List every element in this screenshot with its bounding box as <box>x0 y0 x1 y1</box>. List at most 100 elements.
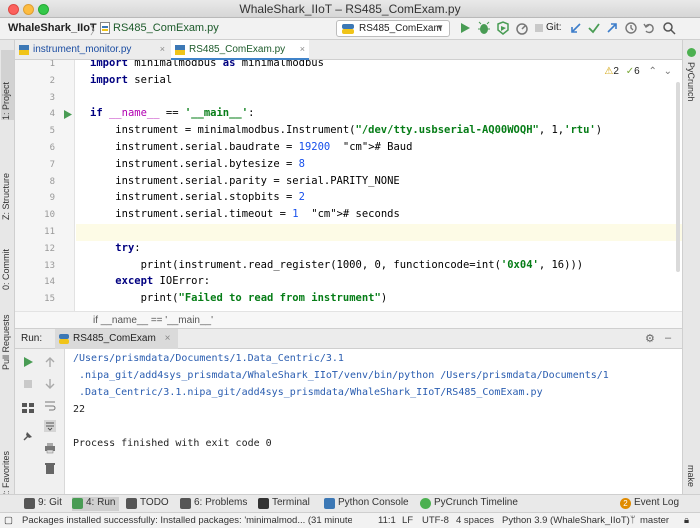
run-tab[interactable]: RS485_ComExam × <box>55 329 179 349</box>
caret-position[interactable]: 11:1 <box>378 515 396 526</box>
tool-button-terminal[interactable]: Terminal <box>258 497 310 511</box>
print-icon[interactable] <box>43 441 57 455</box>
layout-icon[interactable] <box>21 401 35 415</box>
stop-icon[interactable] <box>21 377 35 391</box>
search-icon[interactable] <box>662 21 676 35</box>
right-tool-strip: PyCrunch make <box>682 40 700 494</box>
code-line[interactable]: print("Failed to read from instrument") <box>90 292 388 304</box>
tool-button-problems[interactable]: 6: Problems <box>180 497 247 511</box>
update-project-icon[interactable] <box>569 21 583 35</box>
code-line[interactable]: instrument = minimalmodbus.Instrument("/… <box>90 124 602 136</box>
tool-button-todo[interactable]: TODO <box>126 497 169 511</box>
code-line[interactable]: import serial <box>90 74 172 86</box>
layout-icon[interactable]: ▢ <box>4 515 13 526</box>
code-line[interactable]: if __name__ == '__main__': <box>90 107 254 119</box>
arrow-down-icon[interactable] <box>43 377 57 391</box>
editor-tab-instrument-monitor[interactable]: instrument_monitor.py × <box>15 40 169 60</box>
scroll-to-end-icon[interactable] <box>43 419 57 433</box>
line-number[interactable]: 2 <box>15 76 55 86</box>
editor-breadcrumb[interactable]: if __name__ == '__main__' <box>93 315 213 326</box>
editor-tab-rs485-comexam[interactable]: RS485_ComExam.py × <box>171 40 309 60</box>
tool-tab-pull-requests[interactable]: Pull Requests <box>1 300 14 370</box>
tool-button-git[interactable]: 9: Git <box>24 497 62 511</box>
line-separator[interactable]: LF <box>402 515 413 526</box>
rollback-icon[interactable] <box>642 21 656 35</box>
code-line[interactable]: try: <box>90 242 140 254</box>
tool-button-pycrunch-timeline[interactable]: PyCrunch Timeline <box>420 497 518 511</box>
commit-icon[interactable] <box>587 21 601 35</box>
code-line[interactable]: instrument.serial.parity = serial.PARITY… <box>90 175 399 187</box>
tool-button-event-log[interactable]: 2 Event Log <box>620 497 679 511</box>
window-title: WhaleShark_IIoT – RS485_ComExam.py <box>239 2 461 16</box>
history-icon[interactable] <box>624 21 638 35</box>
editor-scrollbar[interactable] <box>676 82 680 272</box>
line-number[interactable]: 4 <box>15 109 55 119</box>
code-line[interactable]: instrument.serial.baudrate = 19200 "cm">… <box>90 141 412 153</box>
line-number[interactable]: 11 <box>15 227 55 237</box>
line-number[interactable]: 8 <box>15 177 55 187</box>
tool-button-python-console[interactable]: Python Console <box>324 497 409 511</box>
tool-tab-favorites[interactable]: 2: Favorites <box>1 428 14 498</box>
arrow-up-icon[interactable] <box>43 355 57 369</box>
git-branch[interactable]: master <box>640 515 669 526</box>
lock-icon[interactable]: 🔒︎ <box>684 515 689 526</box>
debug-icon[interactable] <box>477 21 491 35</box>
run-configuration-select[interactable]: RS485_ComExam ▼ <box>336 20 450 37</box>
close-tab-icon[interactable]: × <box>165 333 171 344</box>
rerun-icon[interactable] <box>21 355 35 369</box>
console-line[interactable]: /Users/prismdata/Documents/1.Data_Centri… <box>73 353 344 364</box>
push-icon[interactable] <box>605 21 619 35</box>
run-console[interactable]: /Users/prismdata/Documents/1.Data_Centri… <box>65 349 682 494</box>
inspection-widget[interactable]: ⚠2 ✓6 ⌃ ⌄ <box>604 66 672 77</box>
console-line[interactable]: .Data_Centric/3.1.nipa_git/add4sys_prism… <box>73 387 543 398</box>
tool-tab-structure[interactable]: Z: Structure <box>1 150 14 220</box>
tool-button-run[interactable]: 4: Run <box>72 497 120 511</box>
problems-icon <box>180 498 191 509</box>
chevron-up-icon[interactable]: ⌃ <box>648 66 656 77</box>
profile-icon[interactable] <box>515 21 529 35</box>
close-tab-icon[interactable]: × <box>300 44 305 54</box>
tool-tab-make[interactable]: make <box>686 465 696 495</box>
code-line[interactable]: instrument.serial.bytesize = 8 <box>90 158 305 170</box>
code-line[interactable]: instrument.serial.stopbits = 2 <box>90 191 305 203</box>
tool-tab-project[interactable]: 1: Project <box>1 50 14 120</box>
soft-wrap-icon[interactable] <box>43 399 57 413</box>
indent-setting[interactable]: 4 spaces <box>456 515 494 526</box>
python-interpreter[interactable]: Python 3.9 (WhaleShark_IIoT) <box>502 515 630 526</box>
line-number[interactable]: 1 <box>15 60 55 69</box>
editor-gutter: 1 2 3 4 5 6 7 8 9 10 11 12 13 14 15 <box>15 60 75 311</box>
line-number[interactable]: 3 <box>15 93 55 103</box>
line-number[interactable]: 9 <box>15 193 55 203</box>
trash-icon[interactable] <box>43 461 57 475</box>
line-number[interactable]: 5 <box>15 126 55 136</box>
close-tab-icon[interactable]: × <box>160 44 165 54</box>
file-encoding[interactable]: UTF-8 <box>422 515 449 526</box>
line-number[interactable]: 7 <box>15 160 55 170</box>
tool-window-bar: 9: Git 4: Run TODO 6: Problems Terminal Pytho… <box>0 494 700 512</box>
code-line[interactable]: except IOError: <box>90 275 210 287</box>
coverage-icon[interactable] <box>496 21 510 35</box>
line-number[interactable]: 12 <box>15 244 55 254</box>
tool-tab-pycrunch[interactable]: PyCrunch <box>686 62 696 112</box>
code-line[interactable]: instrument.serial.timeout = 1 "cm"># sec… <box>90 208 400 220</box>
gear-icon[interactable]: ⚙ <box>645 332 655 345</box>
line-number[interactable]: 15 <box>15 294 55 304</box>
pin-icon[interactable] <box>21 429 35 443</box>
line-number[interactable]: 10 <box>15 210 55 220</box>
console-line[interactable]: .nipa_git/add4sys_prismdata/WhaleShark_I… <box>73 370 609 381</box>
minimize-panel-icon[interactable]: – <box>665 332 671 344</box>
run-gutter-icon[interactable] <box>64 110 72 119</box>
status-message[interactable]: Packages installed successfully: Install… <box>22 515 352 526</box>
line-number[interactable]: 13 <box>15 261 55 271</box>
run-icon[interactable] <box>458 21 472 35</box>
breadcrumb-project[interactable]: WhaleShark_IIoT <box>8 22 97 34</box>
breadcrumb-file[interactable]: RS485_ComExam.py <box>113 22 219 34</box>
code-editor[interactable]: 1 2 3 4 5 6 7 8 9 10 11 12 13 14 15 import minimalmodb… <box>15 60 682 311</box>
stop-icon[interactable] <box>532 21 546 35</box>
code-line[interactable]: import minimalmodbus as minimalmodbus <box>90 60 324 69</box>
chevron-down-icon[interactable]: ⌄ <box>664 66 672 77</box>
tool-tab-commit[interactable]: 0: Commit <box>1 230 14 290</box>
code-line[interactable]: print(instrument.read_register(1000, 0, … <box>90 259 584 271</box>
line-number[interactable]: 6 <box>15 143 55 153</box>
line-number[interactable]: 14 <box>15 277 55 287</box>
